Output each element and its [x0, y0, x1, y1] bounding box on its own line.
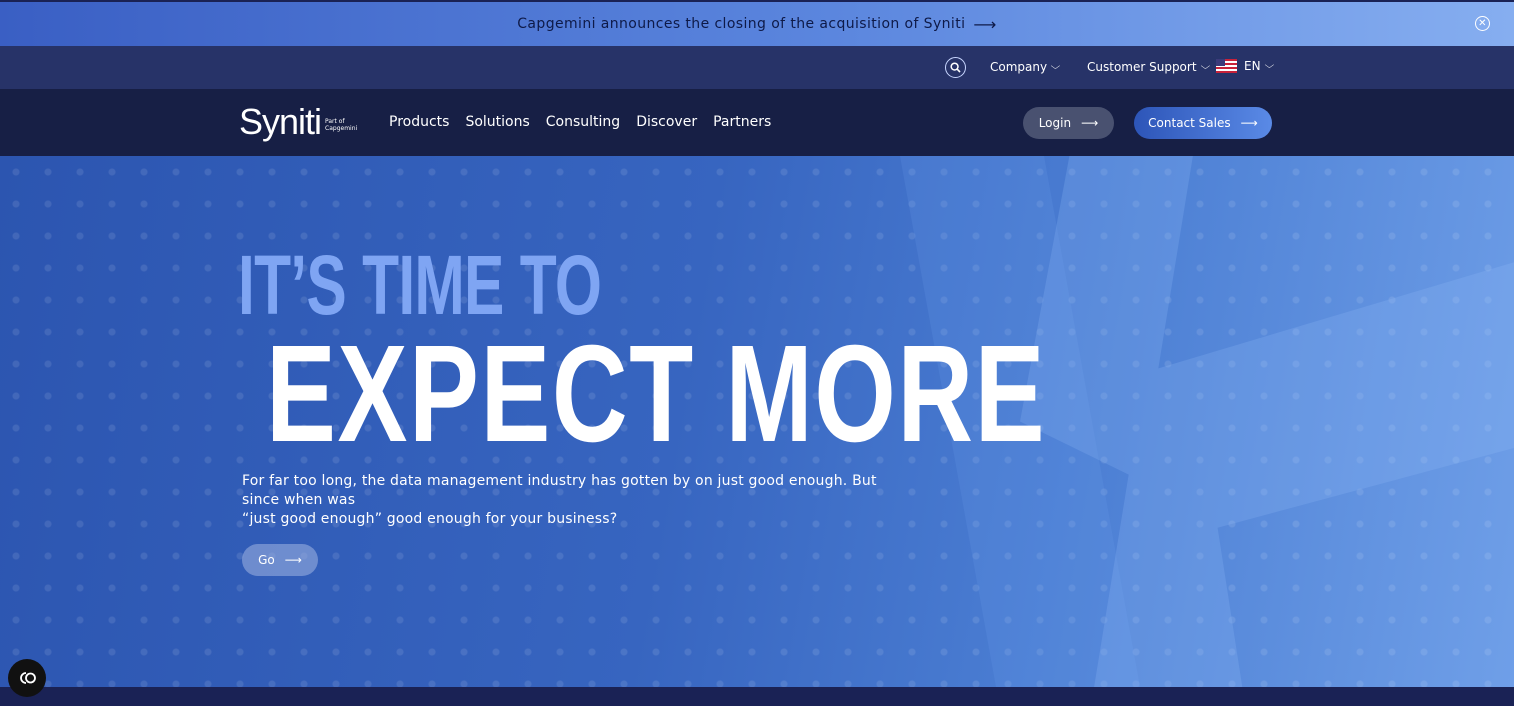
us-flag-icon: [1216, 59, 1237, 73]
nav-partners[interactable]: Partners: [713, 114, 771, 130]
primary-links: Products Solutions Consulting Discover P…: [389, 114, 771, 130]
hero-paragraph: For far too long, the data management in…: [242, 472, 902, 529]
close-icon[interactable]: ✕: [1475, 16, 1490, 31]
chevron-down-icon: ⌵: [1200, 62, 1210, 72]
bottom-bar: [0, 687, 1514, 706]
language-label: EN: [1244, 59, 1261, 73]
syniti-logo[interactable]: Syniti Part of Capgemini: [239, 103, 357, 141]
arrow-right-icon: ⟶: [973, 14, 997, 34]
cookie-settings-icon[interactable]: [8, 659, 46, 697]
logo-word: Syniti: [239, 101, 322, 142]
hero-headline-line2: EXPECT MORE: [266, 317, 1047, 471]
chevron-down-icon: ⌵: [1264, 61, 1274, 71]
contact-sales-label: Contact Sales: [1148, 116, 1231, 130]
hero-paragraph-line1: For far too long, the data management in…: [242, 473, 877, 508]
search-icon[interactable]: [945, 57, 966, 78]
nav-consulting[interactable]: Consulting: [546, 114, 620, 130]
arrow-right-icon: ⟶: [1081, 116, 1099, 130]
nav-discover[interactable]: Discover: [636, 114, 697, 130]
nav-solutions[interactable]: Solutions: [465, 114, 529, 130]
customer-support-label: Customer Support: [1087, 60, 1197, 74]
go-label: Go: [258, 553, 275, 567]
logo-subtitle: Part of Capgemini: [325, 118, 357, 132]
customer-support-menu[interactable]: Customer Support ⌵: [1087, 60, 1210, 74]
company-menu[interactable]: Company ⌵: [990, 60, 1061, 74]
arrow-right-icon: ⟶: [1240, 116, 1258, 130]
login-button[interactable]: Login ⟶: [1023, 107, 1114, 139]
main-nav: Syniti Part of Capgemini Products Soluti…: [0, 89, 1514, 156]
company-label: Company: [990, 60, 1048, 74]
language-selector[interactable]: EN ⌵: [1216, 59, 1274, 73]
logo-sub-line1: Part of: [325, 118, 345, 125]
chevron-down-icon: ⌵: [1050, 62, 1061, 72]
go-button[interactable]: Go ⟶: [242, 544, 318, 576]
hero-paragraph-line2: “just good enough” good enough for your …: [242, 511, 618, 527]
announcement-bar[interactable]: Capgemini announces the closing of the a…: [0, 2, 1514, 46]
arrow-right-icon: ⟶: [284, 553, 302, 567]
hero-section: IT’S TIME TO EXPECT MORE For far too lon…: [0, 156, 1514, 687]
contact-sales-button[interactable]: Contact Sales ⟶: [1134, 107, 1272, 139]
announcement-text[interactable]: Capgemini announces the closing of the a…: [517, 16, 965, 32]
login-label: Login: [1038, 116, 1072, 130]
nav-products[interactable]: Products: [389, 114, 449, 130]
logo-sub-line2: Capgemini: [325, 125, 358, 132]
utility-nav: Company ⌵ Customer Support ⌵ EN ⌵: [0, 46, 1514, 89]
